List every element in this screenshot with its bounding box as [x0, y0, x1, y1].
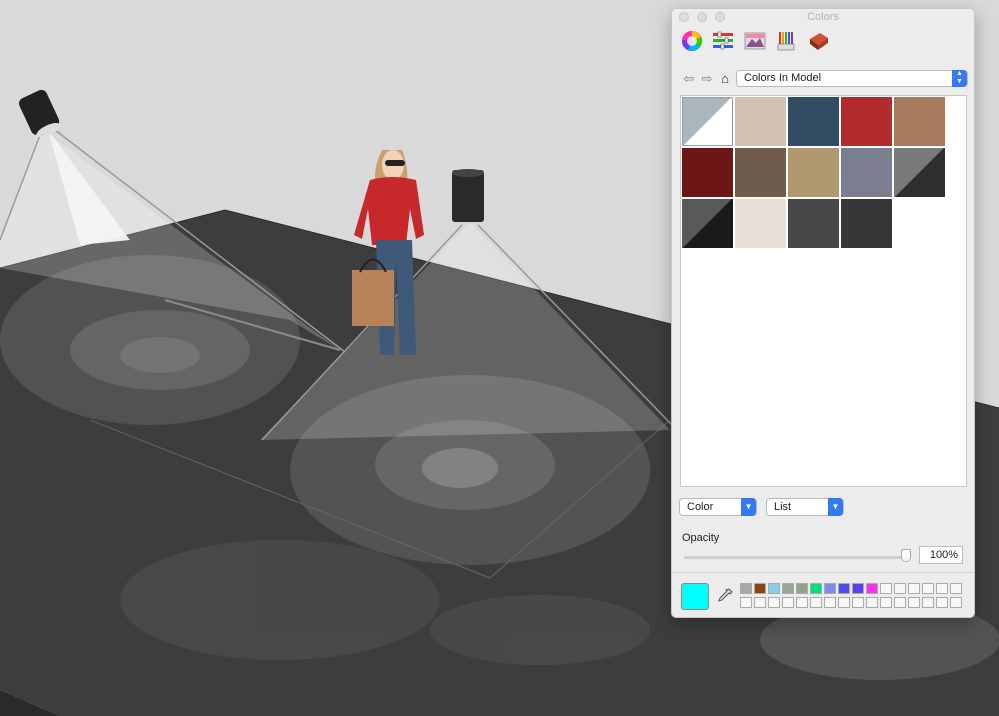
divider	[672, 572, 974, 573]
favorite-color-cell[interactable]	[782, 597, 794, 608]
favorite-color-cell[interactable]	[922, 583, 934, 594]
swatch-default-material[interactable]	[682, 97, 733, 146]
favorite-color-cell[interactable]	[936, 597, 948, 608]
favorite-color-cell[interactable]	[824, 583, 836, 594]
favorite-color-cell[interactable]	[894, 583, 906, 594]
palette-select[interactable]: Colors In Model ▲ ▼	[736, 70, 968, 87]
chevron-down-icon: ▼	[828, 498, 843, 516]
favorite-color-cell[interactable]	[866, 597, 878, 608]
favorite-color-cell[interactable]	[880, 583, 892, 594]
chevron-updown-icon: ▲ ▼	[952, 70, 967, 87]
opacity-value-field[interactable]: 100%	[919, 546, 963, 564]
favorite-color-cell[interactable]	[852, 597, 864, 608]
swatch-dark-red[interactable]	[682, 148, 733, 197]
pencils-icon[interactable]	[776, 30, 798, 52]
view-dropdown[interactable]: List ▼	[766, 498, 844, 516]
current-color-well[interactable]	[681, 583, 709, 610]
favorite-color-cell[interactable]	[782, 583, 794, 594]
favorite-color-cell[interactable]	[768, 597, 780, 608]
swatch-khaki[interactable]	[788, 148, 839, 197]
opacity-slider-track[interactable]	[684, 556, 910, 559]
home-icon[interactable]: ⌂	[718, 72, 732, 86]
favorite-color-cell[interactable]	[796, 583, 808, 594]
swatch-brown[interactable]	[735, 148, 786, 197]
swatch-gradient-texture[interactable]	[894, 148, 945, 197]
view-dropdown-label: List	[774, 501, 792, 513]
favorite-color-cell[interactable]	[908, 583, 920, 594]
swatch-concrete-texture[interactable]	[788, 199, 839, 248]
favorite-color-cell[interactable]	[824, 597, 836, 608]
swatch-red[interactable]	[841, 97, 892, 146]
color-wheel-icon[interactable]	[681, 30, 703, 52]
swatch-charcoal[interactable]	[841, 199, 892, 248]
color-sliders-icon[interactable]	[712, 30, 734, 52]
swatch-tan-brown[interactable]	[894, 97, 945, 146]
image-palettes-icon[interactable]	[744, 30, 766, 52]
favorite-color-cell[interactable]	[866, 583, 878, 594]
favorite-color-cell[interactable]	[936, 583, 948, 594]
colors-panel: Colors ⇦ ⇨ ⌂ Colors In Model ▲ ▼ Color ▼…	[671, 8, 975, 618]
favorite-color-cell[interactable]	[754, 597, 766, 608]
texture-brick-icon[interactable]	[808, 30, 830, 52]
favorite-color-cell[interactable]	[894, 597, 906, 608]
chevron-down-icon: ▼	[741, 498, 756, 516]
panel-title: Colors	[807, 11, 839, 23]
favorite-color-cell[interactable]	[852, 583, 864, 594]
swatch-gray-blue[interactable]	[841, 148, 892, 197]
favorite-color-cell[interactable]	[740, 583, 752, 594]
favorite-color-cell[interactable]	[810, 583, 822, 594]
favorite-color-cell[interactable]	[880, 597, 892, 608]
palette-select-label: Colors In Model	[744, 72, 822, 84]
forward-arrow-icon[interactable]: ⇨	[700, 72, 714, 86]
spotlight-right	[452, 169, 484, 222]
opacity-label: Opacity	[682, 532, 720, 544]
favorite-color-cell[interactable]	[740, 597, 752, 608]
favorite-color-cell[interactable]	[768, 583, 780, 594]
swatch-marble-tile-texture[interactable]	[735, 199, 786, 248]
swatch-spotlight-texture[interactable]	[682, 199, 733, 248]
favorite-color-cell[interactable]	[838, 597, 850, 608]
opacity-slider-thumb[interactable]	[901, 549, 911, 562]
mode-dropdown-label: Color	[687, 501, 714, 513]
mode-dropdown[interactable]: Color ▼	[679, 498, 757, 516]
swatch-slate-blue[interactable]	[788, 97, 839, 146]
swatch-beige[interactable]	[735, 97, 786, 146]
swatch-grid	[680, 95, 967, 487]
favorite-color-cell[interactable]	[838, 583, 850, 594]
back-arrow-icon[interactable]: ⇦	[682, 72, 696, 86]
eyedropper-icon[interactable]	[716, 587, 734, 605]
favorite-color-cell[interactable]	[950, 597, 962, 608]
favorite-color-cell[interactable]	[810, 597, 822, 608]
favorite-color-cell[interactable]	[950, 583, 962, 594]
favorite-color-cell[interactable]	[908, 597, 920, 608]
favorite-color-cell[interactable]	[922, 597, 934, 608]
favorite-color-cell[interactable]	[754, 583, 766, 594]
favorite-color-cell[interactable]	[796, 597, 808, 608]
